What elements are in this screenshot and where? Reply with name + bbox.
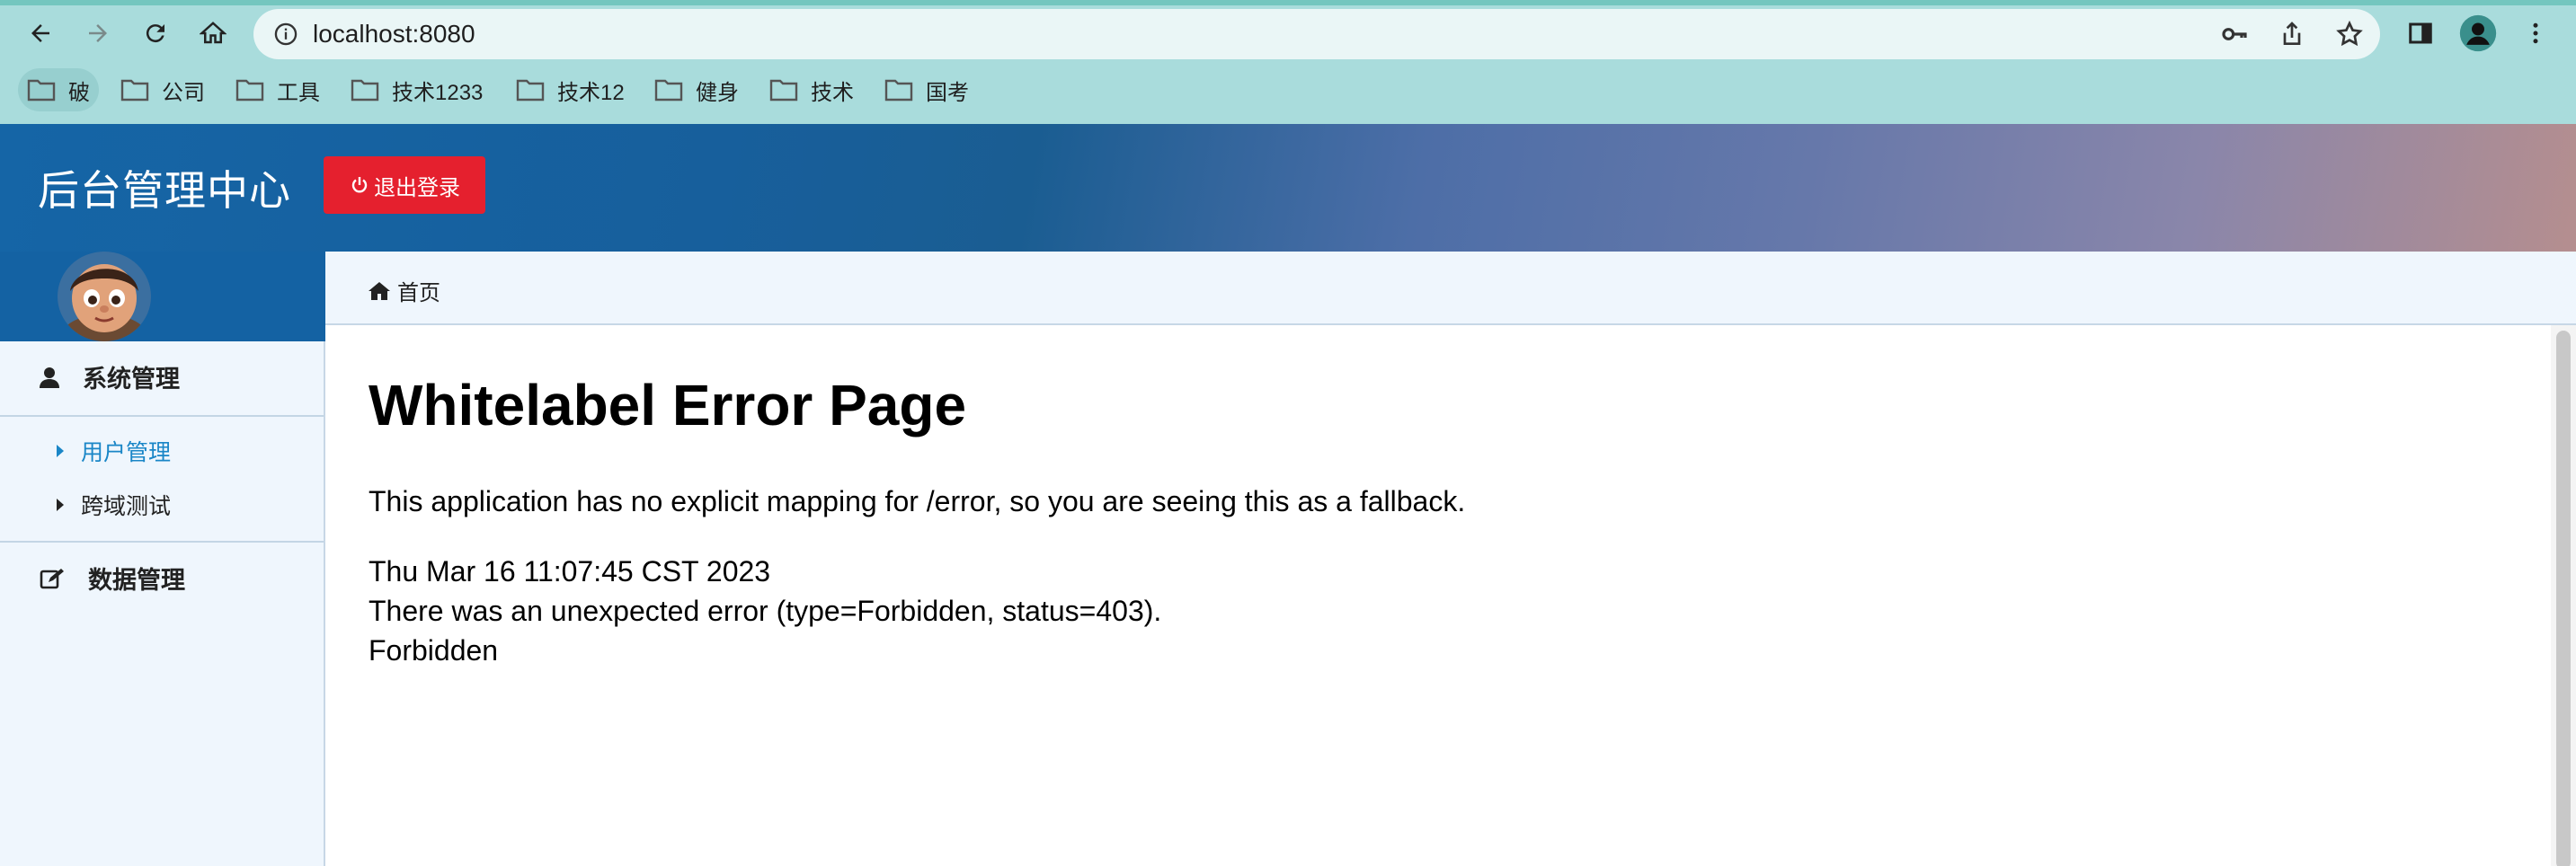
error-timestamp: Thu Mar 16 11:07:45 CST 2023 — [369, 555, 771, 588]
forward-button[interactable] — [77, 13, 119, 54]
folder-icon — [884, 79, 913, 102]
bookmark-label: 公司 — [162, 80, 205, 105]
back-arrow-icon — [31, 24, 49, 42]
menu-divider — [0, 415, 324, 417]
sidebar-header — [0, 252, 325, 341]
folder-icon — [351, 79, 379, 102]
home-button[interactable] — [192, 13, 234, 54]
sidebar: 系统管理 用户管理 跨域测试 数据管理 — [0, 252, 325, 866]
sidebar-item-label: 跨域测试 — [81, 494, 172, 519]
power-icon — [351, 177, 368, 193]
bookmark-folder[interactable]: 技术 — [760, 68, 863, 111]
sidebar-item-label: 用户管理 — [81, 440, 172, 465]
folder-icon — [769, 79, 798, 102]
app-header: 后台管理中心 退出登录 — [0, 124, 2576, 252]
menu-group-label: 数据管理 — [88, 567, 185, 594]
bookmark-label: 技术 — [811, 80, 854, 105]
browser-menu-button[interactable] — [2515, 13, 2556, 54]
url-text: localhost:8080 — [313, 20, 475, 48]
app-title: 后台管理中心 — [38, 167, 291, 214]
reload-icon — [146, 24, 164, 43]
home-icon — [200, 22, 227, 44]
caret-right-icon — [57, 445, 64, 457]
address-bar[interactable]: localhost:8080 — [253, 9, 2380, 59]
user-icon — [40, 367, 59, 388]
bookmark-folder[interactable]: 公司 — [111, 68, 214, 111]
home-icon — [369, 281, 390, 300]
menu-group-system[interactable]: 系统管理 — [0, 359, 324, 394]
kebab-menu-icon — [2533, 22, 2538, 44]
folder-icon — [516, 79, 545, 102]
browser-chrome: localhost:8080 破 公司 工具 技术1233 技术12 健身 技术… — [0, 0, 2576, 124]
page-title: Whitelabel Error Page — [369, 373, 967, 437]
back-button[interactable] — [20, 13, 61, 54]
bookmark-folder[interactable]: 健身 — [645, 68, 748, 111]
bookmark-folder[interactable]: 破 — [18, 68, 99, 111]
error-reason: Forbidden — [369, 634, 499, 667]
scrollbar-thumb[interactable] — [2556, 331, 2571, 866]
breadcrumb-home[interactable]: 首页 — [369, 275, 440, 306]
error-detail: There was an unexpected error (type=Forb… — [369, 595, 1162, 627]
profile-button[interactable] — [2457, 13, 2499, 54]
edit-icon — [40, 568, 64, 588]
sidebar-item-user-management[interactable]: 用户管理 — [0, 431, 324, 471]
key-icon[interactable] — [2220, 20, 2249, 49]
breadcrumb: 首页 — [325, 252, 2576, 325]
bookmark-folder[interactable]: 技术1233 — [342, 68, 492, 111]
bookmark-label: 技术12 — [557, 80, 625, 105]
side-panel-icon — [2409, 22, 2432, 44]
logout-button[interactable]: 退出登录 — [324, 156, 485, 214]
folder-icon — [120, 79, 149, 102]
menu-group-label: 系统管理 — [83, 366, 180, 393]
folder-icon — [235, 79, 264, 102]
bookmark-folder[interactable]: 国考 — [875, 68, 978, 111]
forward-arrow-icon — [89, 24, 107, 42]
menu-divider — [0, 541, 324, 543]
bookmark-label: 破 — [68, 80, 90, 105]
content-scrollbar[interactable] — [2551, 325, 2576, 866]
tab-strip-edge — [0, 0, 2576, 5]
menu-group-data[interactable]: 数据管理 — [0, 561, 324, 596]
folder-icon — [27, 79, 56, 102]
breadcrumb-label: 首页 — [397, 281, 440, 305]
bookmark-label: 健身 — [696, 80, 739, 105]
bookmark-folder[interactable]: 技术12 — [507, 68, 634, 111]
bookmark-label: 工具 — [277, 80, 320, 105]
side-panel-button[interactable] — [2400, 13, 2441, 54]
content-frame: Whitelabel Error Page This application h… — [325, 325, 2551, 866]
sidebar-item-cors-test[interactable]: 跨域测试 — [0, 485, 324, 525]
logout-label: 退出登录 — [374, 175, 460, 200]
share-icon[interactable] — [2278, 20, 2306, 49]
profile-icon — [2459, 14, 2497, 52]
avatar[interactable] — [58, 252, 151, 341]
reload-button[interactable] — [135, 13, 176, 54]
star-icon[interactable] — [2335, 20, 2364, 49]
error-message: This application has no explicit mapping… — [369, 485, 1466, 517]
bookmark-folder[interactable]: 工具 — [227, 68, 329, 111]
folder-icon — [654, 79, 683, 102]
bookmarks-bar: 破 公司 工具 技术1233 技术12 健身 技术 国考 — [0, 68, 2576, 113]
info-icon[interactable] — [273, 22, 298, 47]
caret-right-icon — [57, 499, 64, 511]
bookmark-label: 国考 — [926, 80, 969, 105]
bookmark-label: 技术1233 — [392, 80, 484, 105]
